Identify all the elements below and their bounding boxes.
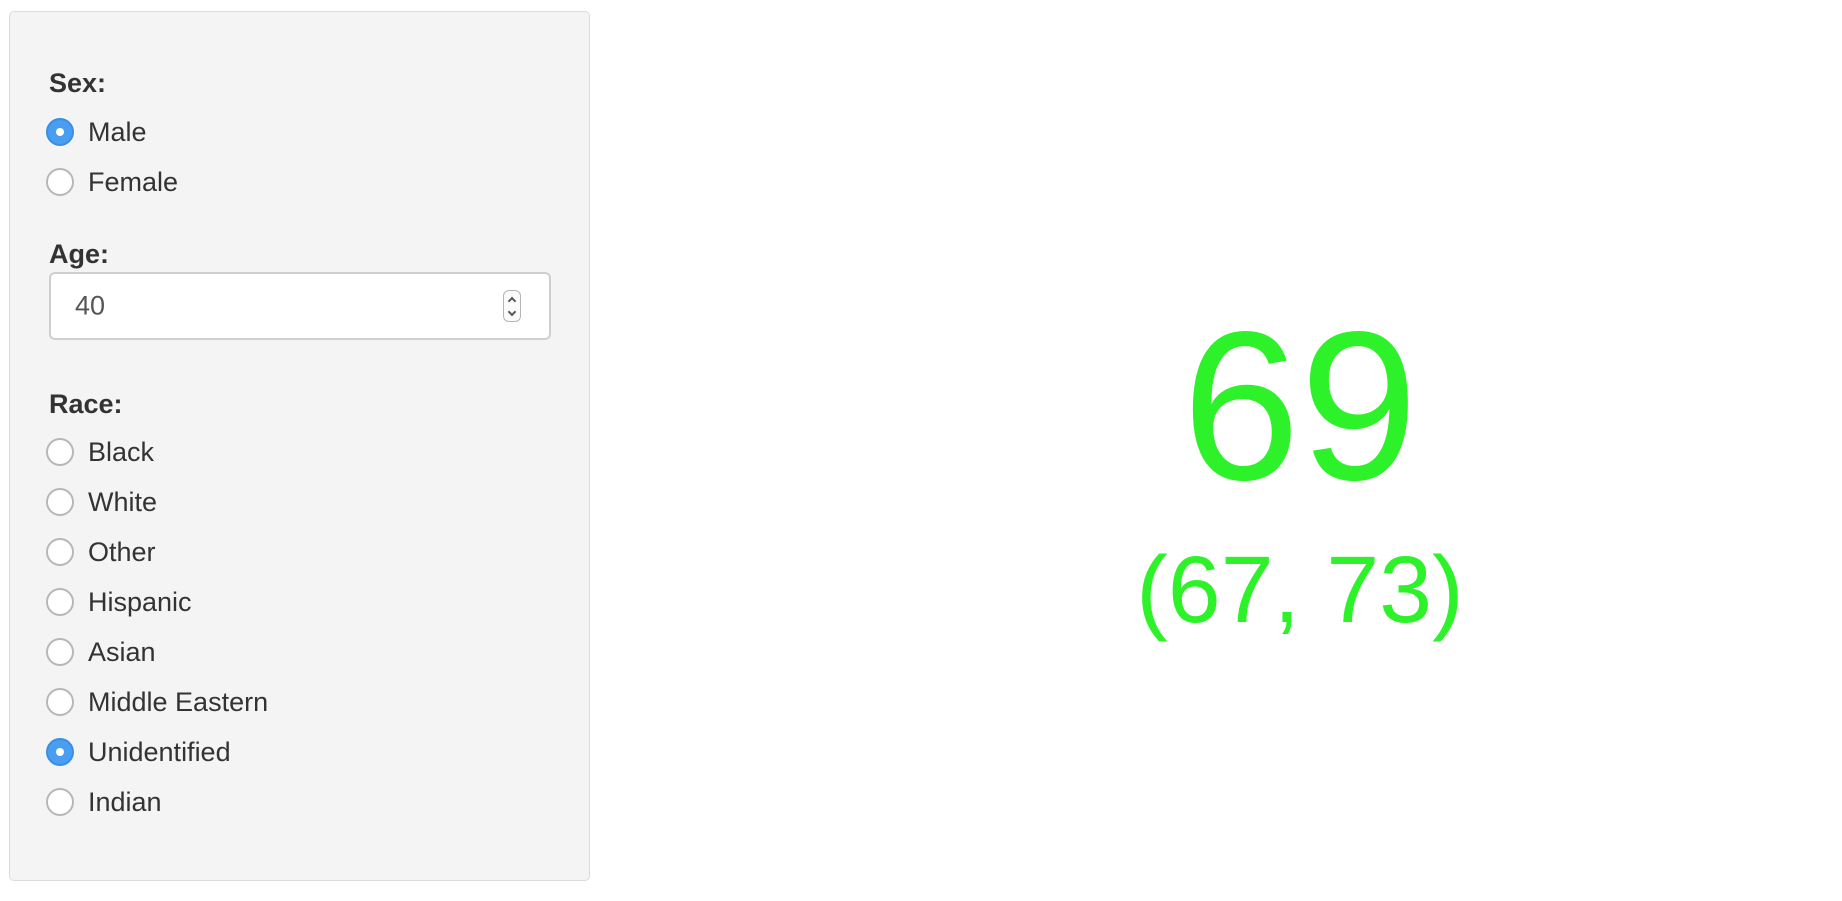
sex-option-male[interactable]: Male	[46, 114, 147, 150]
race-option-white[interactable]: White	[46, 484, 157, 520]
radio-button[interactable]	[46, 438, 74, 466]
age-label: Age:	[49, 239, 109, 269]
radio-button[interactable]	[46, 488, 74, 516]
race-option-label: Middle Eastern	[88, 686, 269, 717]
result-interval: (67, 73)	[1136, 537, 1464, 643]
race-option-label: White	[88, 486, 158, 517]
radio-button[interactable]	[46, 538, 74, 566]
sex-option-label: Male	[88, 116, 147, 147]
radio-button[interactable]	[46, 788, 74, 816]
sex-option-label: Female	[88, 166, 179, 197]
radio-button[interactable]	[46, 688, 74, 716]
race-option-asian[interactable]: Asian	[46, 634, 156, 670]
race-option-label: Black	[88, 436, 155, 467]
age-numeric-input[interactable]: 40	[49, 272, 551, 340]
race-option-label: Hispanic	[88, 586, 192, 617]
decrement-button[interactable]	[504, 306, 520, 321]
race-option-indian[interactable]: Indian	[46, 784, 162, 820]
race-label: Race:	[49, 389, 123, 419]
chevron-down-icon	[507, 307, 517, 316]
race-option-other[interactable]: Other	[46, 534, 156, 570]
sex-option-female[interactable]: Female	[46, 164, 178, 200]
race-option-label: Other	[88, 536, 156, 567]
race-option-black[interactable]: Black	[46, 434, 154, 470]
race-option-middle-eastern[interactable]: Middle Eastern	[46, 684, 268, 720]
chevron-up-icon	[507, 296, 517, 305]
radio-button[interactable]	[46, 588, 74, 616]
radio-button[interactable]	[46, 638, 74, 666]
input-panel: Sex: Male Female Age: 40 Race: Black Whi…	[9, 11, 590, 881]
race-option-hispanic[interactable]: Hispanic	[46, 584, 192, 620]
radio-button[interactable]	[46, 168, 74, 196]
race-option-unidentified[interactable]: Unidentified	[46, 734, 231, 770]
race-option-label: Indian	[88, 786, 162, 817]
age-input-value[interactable]: 40	[75, 292, 105, 320]
result-value: 69	[1182, 287, 1418, 524]
radio-button-checked[interactable]	[46, 118, 74, 146]
increment-button[interactable]	[504, 291, 520, 306]
sex-label: Sex:	[49, 68, 107, 98]
radio-button-checked[interactable]	[46, 738, 74, 766]
race-option-label: Unidentified	[88, 736, 231, 767]
age-stepper[interactable]	[503, 290, 521, 322]
race-option-label: Asian	[88, 636, 156, 667]
